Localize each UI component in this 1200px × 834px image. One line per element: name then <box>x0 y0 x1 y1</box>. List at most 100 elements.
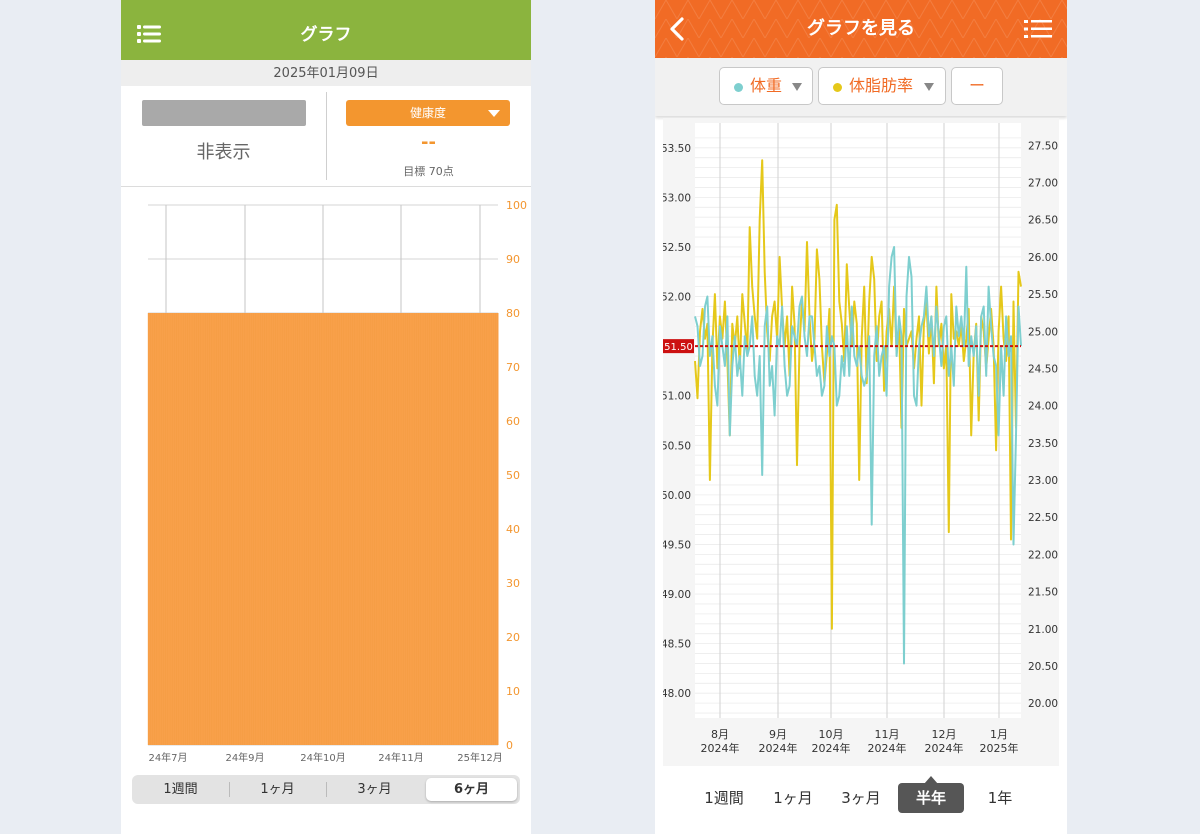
x-month-label: 8月 <box>711 728 729 741</box>
left-axis-tick: 52.50 <box>663 242 691 254</box>
metric-selector-label: 健康度 <box>409 106 446 120</box>
x-year-label: 2024年 <box>868 741 907 755</box>
period-option[interactable]: 1ヶ月 <box>232 778 323 801</box>
right-axis-tick: 21.00 <box>1028 624 1058 636</box>
body-fat-selector-label: 体脂肪率 <box>849 76 914 95</box>
period-tab[interactable]: 1週間 <box>695 783 753 813</box>
y-tick-label: 20 <box>506 631 520 644</box>
header-bar: グラフ <box>121 0 531 60</box>
period-option[interactable]: 1週間 <box>135 778 226 801</box>
third-series-selector[interactable]: ー <box>951 67 1003 105</box>
period-tab[interactable]: 1年 <box>973 783 1027 813</box>
list-menu-icon[interactable] <box>1024 19 1052 39</box>
x-year-label: 2024年 <box>812 741 851 755</box>
weight-selector-label: 体重 <box>750 76 783 95</box>
active-tab-pointer <box>924 776 938 784</box>
target-value-label: 51.50 <box>664 342 693 353</box>
period-tab[interactable]: 1ヶ月 <box>765 783 821 813</box>
x-month-label: 9月 <box>769 728 787 741</box>
metric-selector[interactable]: 健康度 <box>346 100 510 126</box>
x-year-label: 2024年 <box>701 741 740 755</box>
left-axis-tick: 51.00 <box>663 391 691 403</box>
right-axis-tick: 25.50 <box>1028 289 1058 301</box>
metric-value: -- <box>421 132 436 153</box>
bar <box>358 313 429 745</box>
period-option[interactable]: 6ヶ月 <box>426 778 517 801</box>
goal-text: 目標 70点 <box>403 165 454 178</box>
left-axis-tick: 48.50 <box>663 639 691 651</box>
left-axis-tick: 50.50 <box>663 440 691 452</box>
left-axis-tick: 50.00 <box>663 490 691 502</box>
y-tick-label: 60 <box>506 415 520 428</box>
series-selector-bar: 体重 体脂肪率 ー <box>655 58 1067 116</box>
header-bar: グラフを見る <box>655 0 1067 58</box>
weight-dot-icon <box>734 83 743 92</box>
health-score-chart: 100908070605040302010024年7月 24年9月 24年10月 24… <box>147 199 527 764</box>
x-tick-label: 25年12月 <box>457 751 502 764</box>
right-axis-tick: 23.00 <box>1028 475 1058 487</box>
y-tick-label: 30 <box>506 577 520 590</box>
y-tick-label: 90 <box>506 253 520 266</box>
weight-selector[interactable]: 体重 <box>719 67 813 105</box>
weight-graph-screen: グラフを見る 体重 体脂肪率 ー 53.50 53.00 52.50 52.00 51.… <box>655 0 1067 834</box>
x-month-label: 11月 <box>875 728 900 741</box>
left-axis-tick: 53.00 <box>663 192 691 204</box>
x-month-label: 12月 <box>932 728 957 741</box>
right-axis-tick: 25.00 <box>1028 326 1058 338</box>
right-axis-tick: 22.50 <box>1028 512 1058 524</box>
chart-area: 53.50 53.00 52.50 52.00 51.50 51.00 50.50 50.00… <box>661 118 1059 768</box>
right-axis-tick: 20.00 <box>1028 698 1058 710</box>
y-tick-label: 70 <box>506 361 520 374</box>
body-fat-selector[interactable]: 体脂肪率 <box>818 67 946 105</box>
metric-card: 非表示 健康度 -- 目標 70点 <box>121 86 531 187</box>
y-tick-label: 100 <box>506 199 527 212</box>
x-year-label: 2024年 <box>759 741 798 755</box>
left-axis-tick: 48.00 <box>663 688 691 700</box>
health-graph-screen: グラフ 2025年01月09日 非表示 健康度 -- 目標 70点 100 90 8… <box>121 0 531 834</box>
right-axis-tick: 24.00 <box>1028 401 1058 413</box>
right-axis-tick: 21.50 <box>1028 587 1058 599</box>
x-month-label: 1月 <box>990 728 1008 741</box>
x-tick-label: 24年7月 <box>148 751 187 764</box>
right-axis-tick: 20.50 <box>1028 661 1058 673</box>
caret-down-icon <box>792 83 802 91</box>
date-label: 2025年01月09日 <box>121 60 531 86</box>
y-tick-label: 0 <box>506 739 513 752</box>
y-tick-label: 80 <box>506 307 520 320</box>
x-year-label: 2025年 <box>980 741 1019 755</box>
right-axis-tick: 22.00 <box>1028 549 1058 561</box>
right-axis-tick: 27.00 <box>1028 178 1058 190</box>
x-tick-label: 24年11月 <box>378 751 423 764</box>
period-tabs: 1週間 1ヶ月 3ヶ月 半年 1年 <box>655 766 1067 834</box>
period-segmented-control: 1週間 1ヶ月 3ヶ月 6ヶ月 <box>132 775 520 804</box>
y-tick-label: 10 <box>506 685 520 698</box>
right-axis-tick: 27.50 <box>1028 140 1058 152</box>
segment-separator <box>326 782 327 797</box>
left-axis-tick: 49.00 <box>663 589 691 601</box>
right-axis-tick: 26.50 <box>1028 215 1058 227</box>
body-fat-dot-icon <box>833 83 842 92</box>
x-year-label: 2024年 <box>925 741 964 755</box>
left-axis-tick: 49.50 <box>663 539 691 551</box>
left-axis-tick: 52.00 <box>663 292 691 304</box>
right-axis-tick: 24.50 <box>1028 363 1058 375</box>
weight-bodyfat-chart: 53.50 53.00 52.50 52.00 51.50 51.00 50.50 50.00… <box>661 123 1058 755</box>
page-title: グラフを見る <box>807 18 915 39</box>
x-tick-label: 24年10月 <box>300 751 345 764</box>
hidden-metric-selector[interactable] <box>142 100 306 126</box>
period-tab[interactable]: 3ヶ月 <box>833 783 889 813</box>
period-option[interactable]: 3ヶ月 <box>329 778 420 801</box>
y-tick-label: 50 <box>506 469 520 482</box>
x-tick-label: 24年9月 <box>225 751 264 764</box>
period-tab[interactable]: 半年 <box>898 783 964 813</box>
right-axis-tick: 26.00 <box>1028 252 1058 264</box>
y-tick-label: 40 <box>506 523 520 536</box>
dropdown-triangle-icon <box>488 110 500 117</box>
third-series-label: ー <box>968 76 985 95</box>
caret-down-icon <box>924 83 934 91</box>
left-axis-tick: 53.50 <box>663 143 691 155</box>
hidden-metric-label: 非表示 <box>196 142 251 163</box>
right-axis-tick: 23.50 <box>1028 438 1058 450</box>
x-month-label: 10月 <box>819 728 844 741</box>
segment-separator <box>229 782 230 797</box>
